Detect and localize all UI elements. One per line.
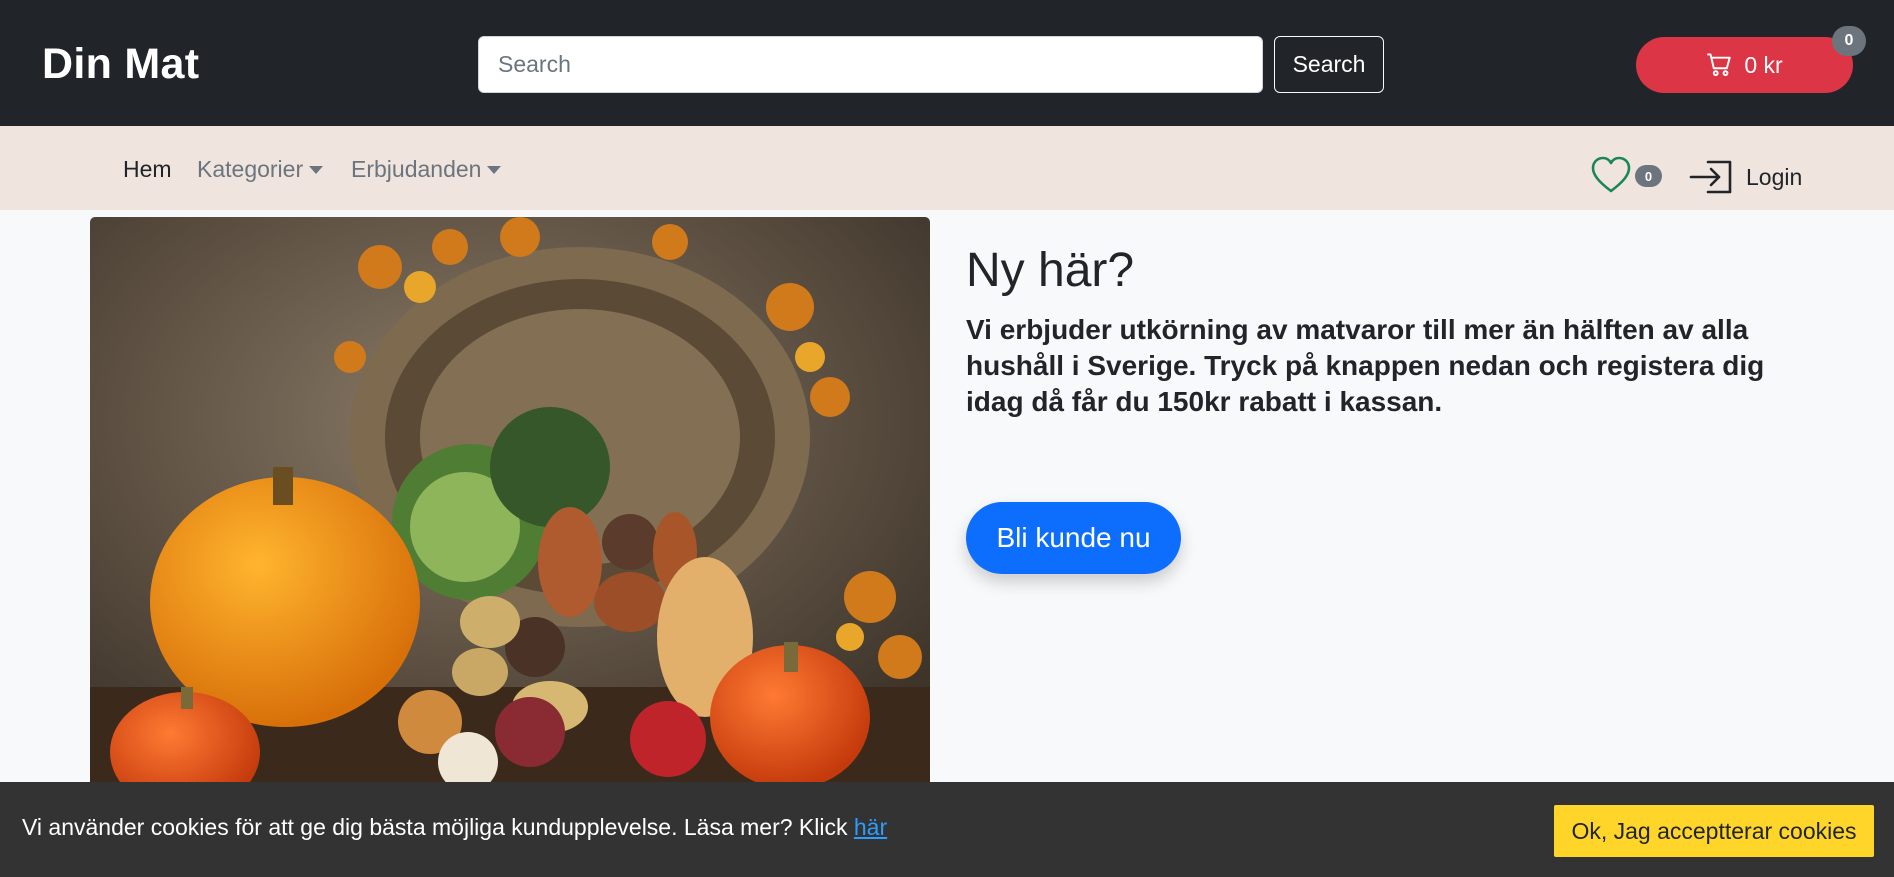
- nav-item-label: Erbjudanden: [351, 156, 482, 182]
- nav-item-kategorier[interactable]: Kategorier: [197, 156, 324, 183]
- cart-icon: [1707, 53, 1732, 77]
- cart-button[interactable]: 0 kr: [1636, 37, 1853, 93]
- cart-count-badge: 0: [1832, 26, 1866, 56]
- caret-down-icon: [309, 165, 324, 174]
- cart-total: 0 kr: [1744, 51, 1783, 78]
- hero-title: Ny här?: [966, 244, 1135, 297]
- nav-item-label: Hem: [123, 156, 172, 182]
- login-link[interactable]: Login: [1688, 158, 1802, 196]
- favorites-count-badge: 0: [1635, 165, 1662, 187]
- cookie-text: Vi använder cookies för att ge dig bästa…: [22, 814, 854, 840]
- top-header: Din Mat Search 0 kr 0: [0, 0, 1894, 126]
- signup-cta-button[interactable]: Bli kunde nu: [966, 502, 1181, 574]
- hero-text: Vi erbjuder utkörning av matvaror till m…: [966, 314, 1765, 417]
- accept-cookies-button[interactable]: Ok, Jag acceptterar cookies: [1554, 805, 1874, 857]
- search-input[interactable]: [478, 36, 1263, 93]
- hero-image: [90, 217, 930, 797]
- nav-item-erbjudanden[interactable]: Erbjudanden: [351, 156, 502, 183]
- heart-icon[interactable]: [1591, 156, 1631, 194]
- brand-logo[interactable]: Din Mat: [42, 40, 199, 89]
- nav-item-hem[interactable]: Hem: [123, 156, 172, 183]
- login-label: Login: [1746, 163, 1803, 190]
- cookie-message: Vi använder cookies för att ge dig bästa…: [22, 814, 887, 841]
- cookie-read-more-link[interactable]: här: [854, 814, 887, 840]
- nav-item-label: Kategorier: [197, 156, 304, 182]
- search-button[interactable]: Search: [1274, 36, 1384, 93]
- caret-down-icon: [487, 165, 502, 174]
- login-icon: [1689, 160, 1732, 194]
